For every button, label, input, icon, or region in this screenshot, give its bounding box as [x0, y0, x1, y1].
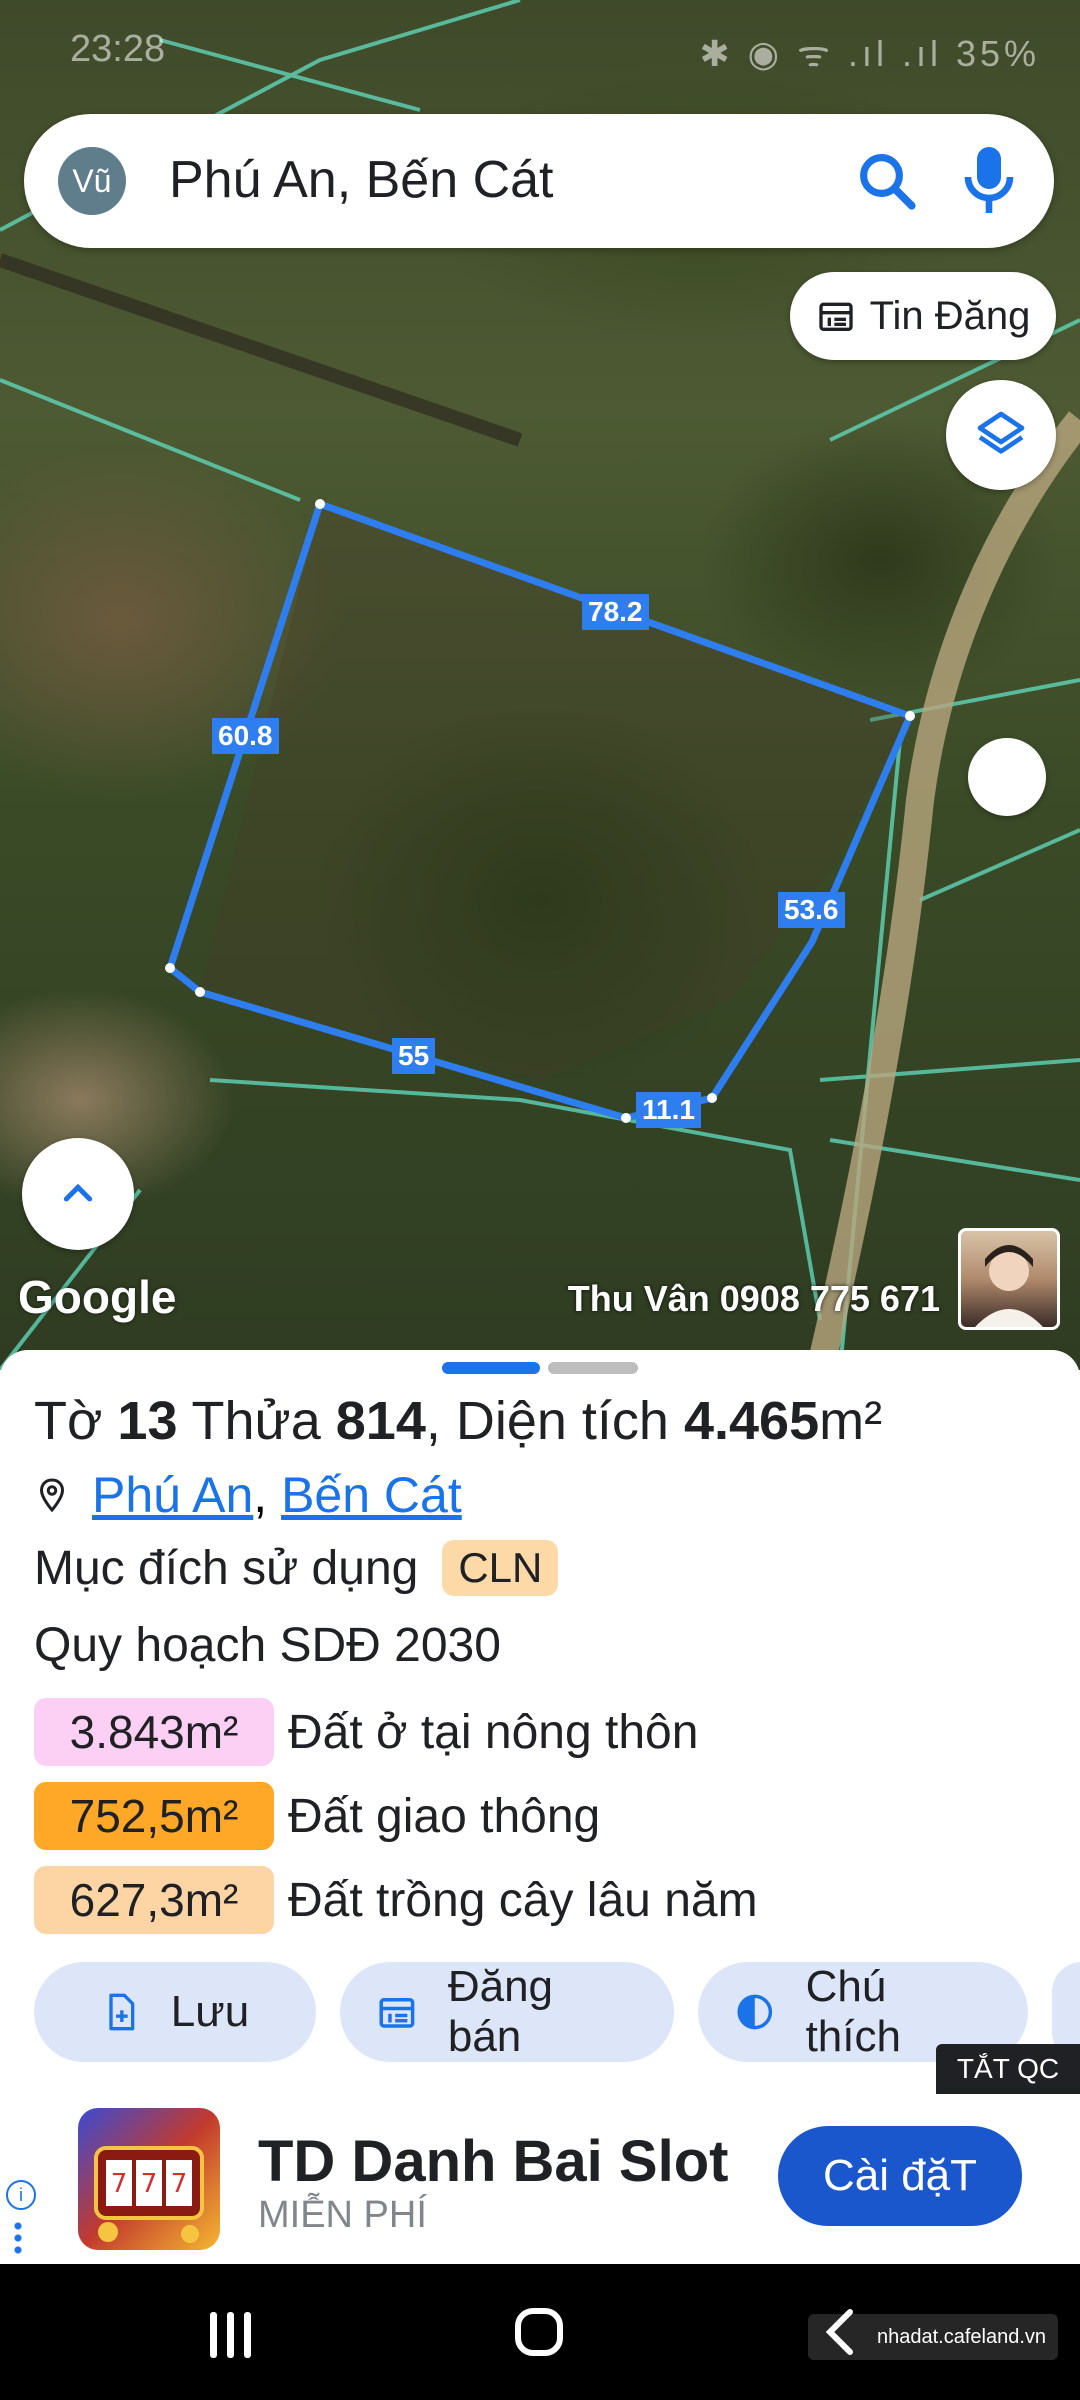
location-link-district[interactable]: Bến Cát	[281, 1467, 462, 1523]
calendar-icon	[379, 1998, 415, 2028]
calendar-icon	[818, 302, 853, 331]
sheet-handle-active[interactable]	[442, 1362, 540, 1374]
ad-title[interactable]: TD Danh Bai Slot	[258, 2128, 728, 2195]
chevron-up-icon	[63, 1183, 93, 1202]
agent-photo	[958, 1228, 1060, 1330]
parcel-location: Phú An, Bến Cát	[34, 1466, 462, 1524]
ad-app-icon[interactable]: 777	[78, 2108, 220, 2250]
status-bar: 23:28 ✱ ◉ ᯤ .ıl .ıl 35%	[0, 0, 1080, 100]
ad-subtitle: MIỄN PHÍ	[258, 2194, 427, 2236]
edge-label-bottom-left: 55	[392, 1038, 436, 1074]
home-button[interactable]	[515, 2308, 563, 2356]
edge-label-bottom-right: 11.1	[636, 1092, 701, 1128]
parcel-title: Tờ 13 Thửa 814, Diện tích 4.465m²	[34, 1391, 883, 1451]
land-use-badge: CLN	[442, 1540, 559, 1596]
action-buttons: Lưu Đăng bán Chú thích	[34, 1962, 1080, 2062]
agent-watermark: Thu Vân 0908 775 671	[567, 1278, 940, 1319]
search-icon[interactable]	[854, 148, 920, 214]
system-nav-bar: nhadat.cafeland.vn	[0, 2264, 1080, 2400]
expand-up-button[interactable]	[22, 1138, 134, 1250]
tin-dang-label: Tin Đăng	[869, 293, 1031, 338]
file-add-icon	[109, 1993, 135, 2031]
recents-button[interactable]	[210, 2312, 260, 2358]
site-watermark: nhadat.cafeland.vn	[808, 2314, 1058, 2360]
avatar[interactable]: Vũ	[58, 147, 126, 215]
parcel-info-panel: Tờ 13 Thửa 814, Diện tích 4.465m² Phú An…	[0, 1350, 1080, 2100]
layers-button[interactable]	[946, 380, 1056, 490]
edge-label-top: 78.2	[582, 594, 649, 630]
land-use-purpose: Mục đích sử dụng CLN	[34, 1540, 559, 1596]
search-bar[interactable]: Vũ Phú An, Bến Cát	[24, 114, 1054, 248]
tin-dang-chip[interactable]: Tin Đăng	[790, 272, 1056, 360]
zone-label: Đất ở tại nông thôn	[288, 1705, 699, 1759]
post-sale-button[interactable]: Đăng bán	[340, 1962, 674, 2062]
location-pin-icon	[39, 1478, 65, 1513]
zone-label: Đất trồng cây lâu năm	[288, 1873, 758, 1927]
zone-label: Đất giao thông	[288, 1789, 601, 1843]
edge-label-right: 53.6	[778, 892, 845, 928]
zone-row: 627,3m² Đất trồng cây lâu năm	[34, 1866, 758, 1934]
contrast-icon	[737, 1994, 773, 2030]
status-icons: ✱ ◉ ᯤ .ıl .ıl 35%	[699, 33, 1040, 74]
svg-text:7: 7	[111, 2169, 128, 2199]
zone-area: 3.843m²	[34, 1698, 274, 1766]
location-button[interactable]	[968, 738, 1046, 816]
edge-label-left: 60.8	[212, 718, 279, 754]
ad-dots-icon	[14, 2220, 22, 2256]
map-view[interactable]: 78.2 60.8 53.6 55 11.1 23:28 ✱ ◉ ᯤ .ıl .…	[0, 0, 1080, 1370]
ad-install-button[interactable]: Cài đặT	[778, 2126, 1022, 2226]
svg-text:7: 7	[171, 2169, 188, 2199]
plan-title: Quy hoạch SDĐ 2030	[34, 1619, 501, 1672]
mic-icon[interactable]	[959, 144, 1019, 216]
svg-text:7: 7	[141, 2169, 158, 2199]
sheet-handle[interactable]	[548, 1362, 638, 1374]
zone-area: 752,5m²	[34, 1782, 274, 1850]
zone-area: 627,3m²	[34, 1866, 274, 1934]
google-logo: Google	[18, 1271, 177, 1323]
ad-banner[interactable]: i 777 TD Danh Bai Slot MIỄN PHÍ Cài đặT	[0, 2098, 1080, 2264]
close-ad-button[interactable]: TẮT QC	[936, 2044, 1080, 2094]
zone-row: 752,5m² Đất giao thông	[34, 1782, 600, 1850]
location-link-ward[interactable]: Phú An	[92, 1467, 253, 1523]
layers-icon	[977, 411, 1025, 454]
status-time: 23:28	[70, 28, 166, 70]
save-button[interactable]: Lưu	[34, 1962, 316, 2062]
ad-info-icon[interactable]: i	[6, 2180, 36, 2210]
search-input[interactable]: Phú An, Bến Cát	[169, 150, 554, 210]
zone-row: 3.843m² Đất ở tại nông thôn	[34, 1698, 698, 1766]
